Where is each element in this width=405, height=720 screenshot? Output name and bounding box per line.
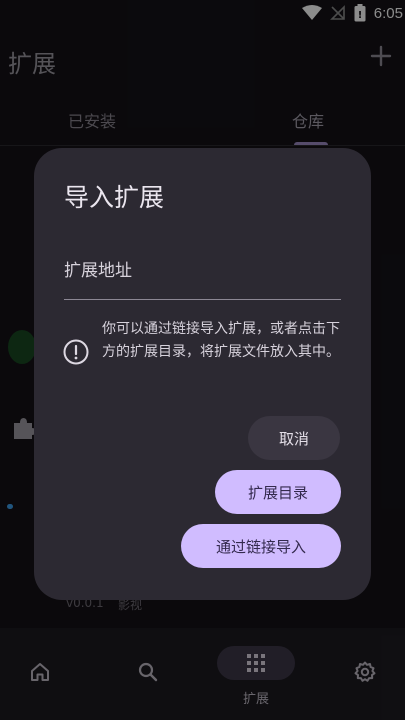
info-row: 你可以通过链接导入扩展，或者点击下方的扩展目录，将扩展文件放入其中。 [62, 316, 348, 396]
dialog-title: 导入扩展 [64, 183, 165, 212]
extension-catalog-button[interactable]: 扩展目录 [215, 470, 341, 514]
extension-url-field[interactable]: 扩展地址 [64, 244, 341, 300]
screen: ! 6:05 扩展 已安装 仓库 v0.0.1 影视 表 [0, 0, 405, 720]
cancel-button[interactable]: 取消 [248, 416, 340, 460]
info-text: 你可以通过链接导入扩展，或者点击下方的扩展目录，将扩展文件放入其中。 [102, 321, 340, 360]
import-extension-dialog: 导入扩展 扩展地址 你可以通过链接导入扩展，或者点击下方的扩展目录，将扩展文件放… [34, 148, 371, 600]
import-via-link-button[interactable]: 通过链接导入 [181, 524, 341, 568]
extension-url-input[interactable] [64, 244, 341, 299]
info-icon [63, 339, 89, 365]
